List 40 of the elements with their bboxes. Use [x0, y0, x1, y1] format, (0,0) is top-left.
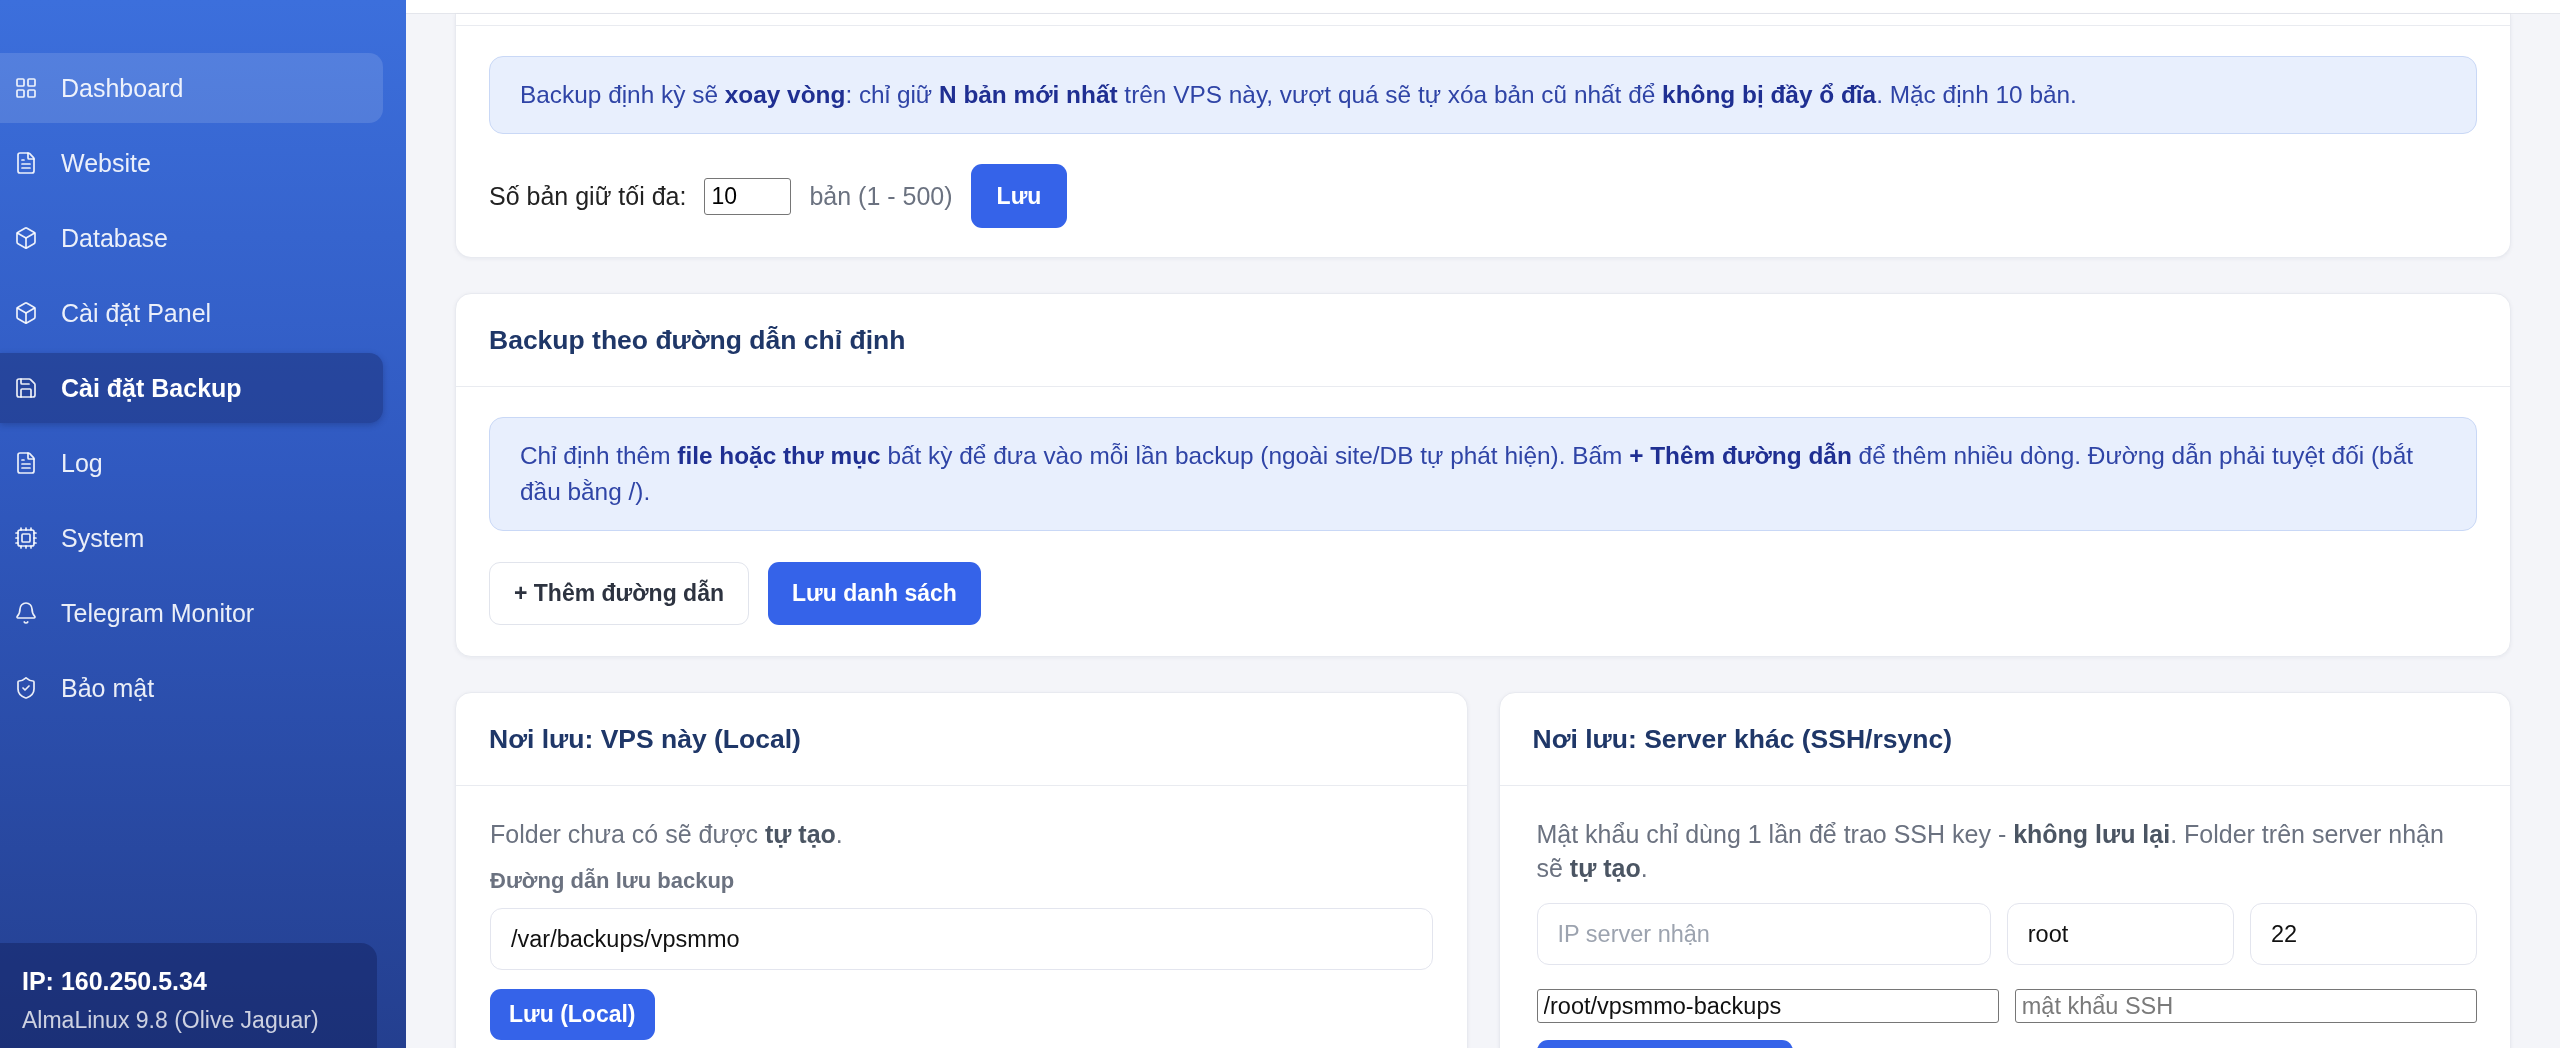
card-title: Nơi lưu: VPS này (Local) [489, 723, 801, 755]
path-input-field[interactable]: /root/vpsmmo-backups [1536, 989, 1999, 1023]
cube-icon [14, 226, 38, 250]
number-input-field[interactable]: 10 [704, 177, 792, 215]
card-title: Backup theo đường dẫn chỉ định [489, 324, 906, 356]
add-path-button[interactable]: + Thêm đường dẫn [489, 562, 749, 625]
helper-text: Folder chưa có sẽ được tự tạo. [490, 819, 844, 850]
info-notice: Backup định kỳ sẽ xoay vòng: chỉ giữ N bản mới nhất trên VPS này, vượt quá sẽ tự xóa bản cũ nhất để không bị đầy ổ đĩa. Mặc định 10 bản. [489, 56, 2477, 134]
username-input-field[interactable]: root [2006, 903, 2234, 965]
cube-icon [14, 301, 38, 325]
chip-icon [14, 526, 38, 550]
sidebar-item[interactable]: Cài đặt Panel [0, 278, 383, 348]
os-version-text: AlmaLinux 9.8 (Olive Jaguar) [22, 1007, 319, 1034]
sidebar-item[interactable]: Log [0, 428, 383, 498]
save-button[interactable]: Lưu [970, 164, 1068, 228]
grid-icon [14, 76, 38, 100]
field-label: Đường dẫn lưu backup [490, 867, 735, 895]
ip-input-field[interactable]: IP server nhận [1536, 903, 1991, 965]
sidebar-item[interactable]: Cài đặt Backup [0, 353, 383, 423]
ip-address-text: IP: 160.250.5.34 [22, 967, 207, 996]
document-icon [14, 451, 38, 475]
path-input-field[interactable]: /var/backups/vpsmmo [490, 908, 1433, 970]
sidebar-item[interactable]: Bảo mật [0, 653, 383, 723]
sidebar-item[interactable]: Database [0, 203, 383, 273]
password-input-field[interactable]: mật khẩu SSH [2014, 989, 2477, 1023]
helper-text: Mật khẩu chỉ dùng 1 lần để trao SSH key - không lưu lại. Folder trên server nhận sẽ tự tạo. [1536, 819, 2445, 884]
sidebar-item[interactable]: Website [0, 128, 383, 198]
info-notice: Chỉ định thêm file hoặc thư mục bất kỳ để đưa vào mỗi lần backup (ngoài site/DB tự phát hiện). Bấm + Thêm đường dẫn để thêm nhiều dòng. Đường dẫn phải tuyệt đối (bắt đầu bằng /). [489, 417, 2477, 531]
shield-check-icon [14, 676, 38, 700]
bell-icon [14, 601, 38, 625]
card-title: Nơi lưu: Server khác (SSH/rsync) [1532, 723, 1952, 755]
port-input-field[interactable]: 22 [2249, 903, 2477, 965]
sidebar-item[interactable]: System [0, 503, 383, 573]
save-local-button[interactable]: Lưu (Local) [490, 989, 655, 1040]
save-list-button[interactable]: Lưu danh sách [768, 562, 981, 625]
document-icon [14, 151, 38, 175]
field-label: Số bản giữ tối đa: [489, 181, 687, 211]
range-hint-text: bản (1 - 500) [809, 181, 953, 211]
sidebar-item[interactable]: Dashboard [0, 53, 383, 123]
sidebar-item[interactable]: Telegram Monitor [0, 578, 383, 648]
